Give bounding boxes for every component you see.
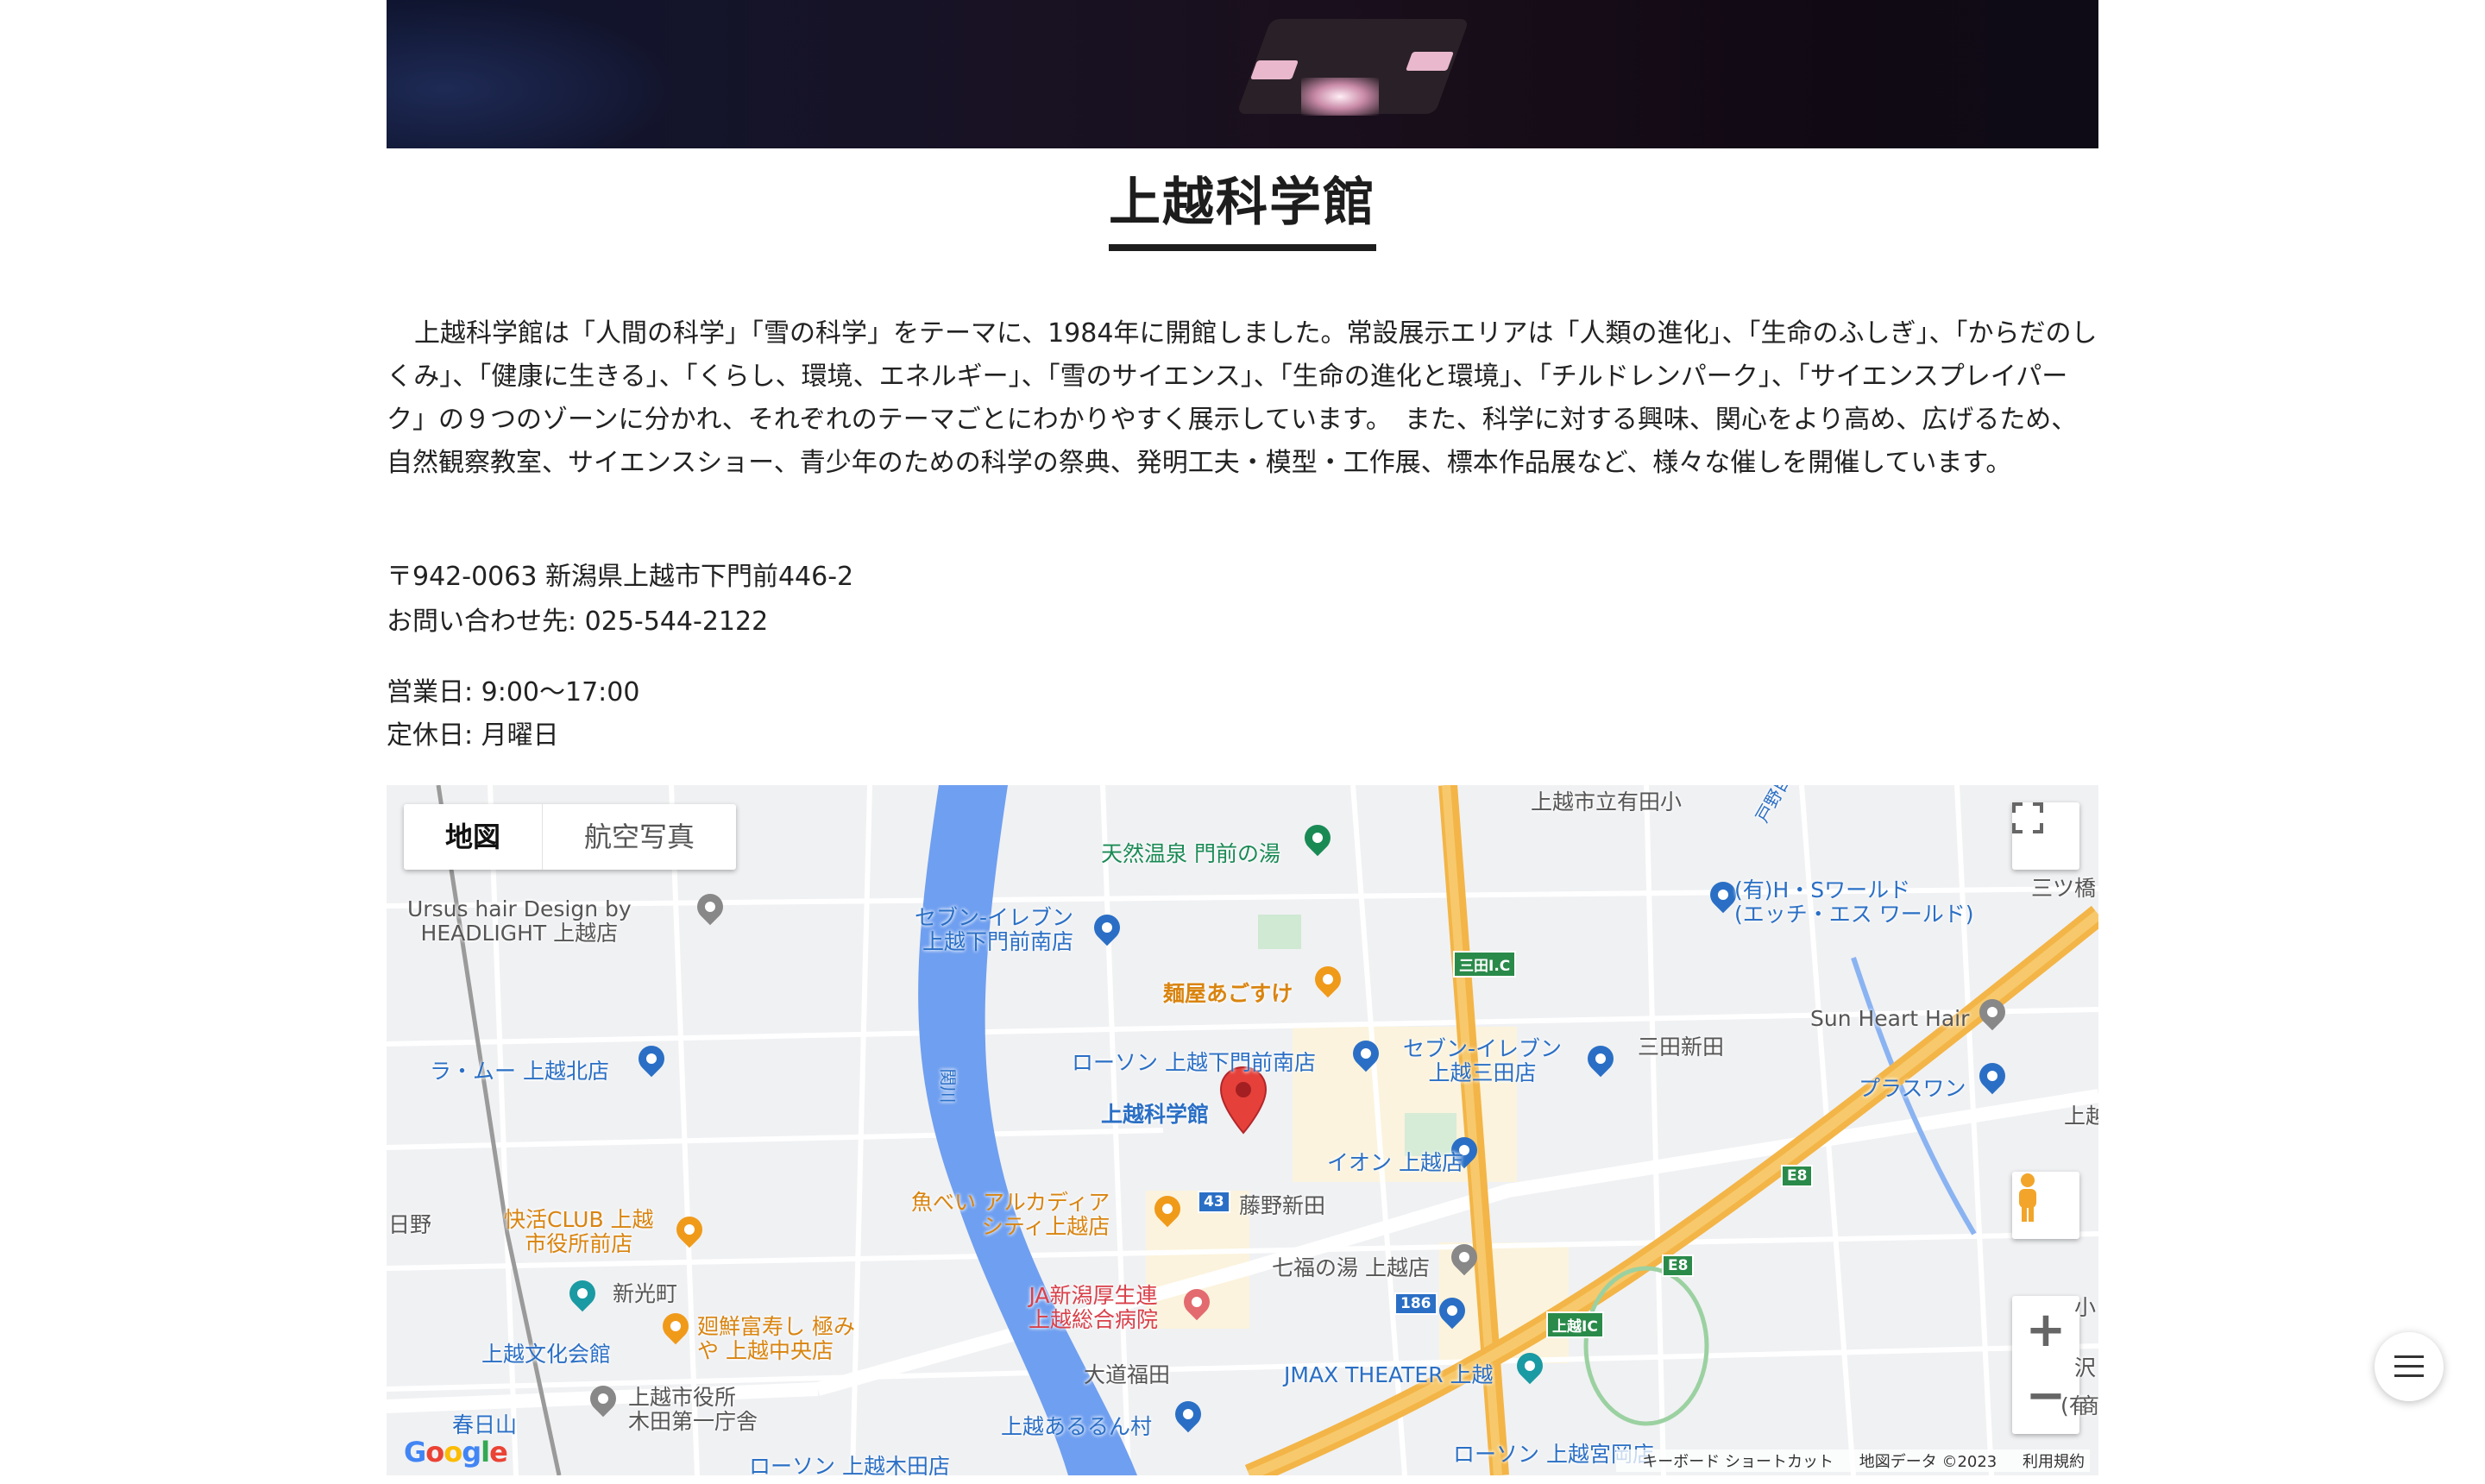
hero-lamp-left [1249,60,1299,79]
label-jmax: JMAX THEATER 上越 [1284,1362,1494,1387]
road-e8-badge: E8 [1781,1165,1814,1187]
hamburger-icon [2394,1355,2424,1377]
sanda-ic-badge: 三田I.C [1453,951,1517,978]
street-view-button[interactable] [2012,1172,2079,1239]
hours-closed: 定休日: 月曜日 [387,720,559,751]
label-kaikatsu: 快活CLUB 上越 市役所前店 [504,1207,654,1256]
zoom-in-button[interactable]: + [2026,1296,2067,1365]
road-e8-badge: E8 [1662,1254,1695,1277]
phone-line: お問い合わせ先: 025-544-2122 [387,607,769,637]
label-shiyakusho: 上越市役所 木田第一庁舎 [628,1385,758,1434]
description-text: 上越科学館は「人間の科学」「雪の科学」をテーマに、1984年に開館しました。常設… [387,318,2098,478]
road-43-badge: 43 [1198,1191,1230,1213]
label-uoberi: 魚べい アルカディア シティ上越店 [911,1190,1110,1239]
label-kaisen: 廻鮮富寿し 極み や 上越中央店 [697,1314,855,1363]
google-map[interactable]: 地図 航空写真 + − 上越科学館 天然温泉 門前の湯 セブン-イレブン 上越下… [387,785,2098,1475]
map-data-attribution: 地図データ ©2023 [1859,1453,1997,1471]
hero-lamp-glow [1301,78,1379,116]
label-hino: 日野 [388,1212,432,1237]
page-title-wrap: 上越科学館 [0,160,2485,251]
hero-shadow [387,0,680,148]
label-seven-sanda: セブン-イレブン 上越三田店 [1403,1036,1563,1085]
label-lawson-kida: ローソン 上越木田店 [749,1454,950,1475]
map-type-map-button[interactable]: 地図 [404,804,542,870]
label-lawson-shimo: ローソン 上越下門前南店 [1072,1050,1316,1075]
label-shinkomachi: 新光町 [613,1281,678,1306]
label-plazawan: プラスワン [1859,1076,1966,1101]
label-ramu: ラ・ムー 上越北店 [430,1059,609,1084]
address-line: 〒942-0063 新潟県上越市下門前446-2 [387,562,854,592]
label-seki: 関川 [937,1068,959,1104]
label-sandashin: 三田新田 [1638,1034,1725,1060]
label-arurun: 上越あるるん村 [1001,1414,1153,1439]
label-jo: 上越 [2064,1104,2098,1129]
label-ko: 小 [2074,1295,2097,1320]
hours-open: 営業日: 9:00〜17:00 [387,677,640,707]
label-onsen: 天然温泉 門前の湯 [1101,841,1280,866]
fullscreen-button[interactable] [2012,802,2079,870]
hero-image [387,0,2098,148]
keyboard-shortcuts-link[interactable]: キーボード ショートカット [1642,1453,1834,1471]
label-ja-hospital: JA新潟厚生連 上越総合病院 [1029,1283,1159,1332]
label-mitsu: 三ツ橋 [2031,876,2097,901]
label-ju: 商 [2078,1393,2098,1418]
label-aeon: イオン 上越店 [1327,1150,1463,1175]
google-logo[interactable]: Google [404,1436,508,1468]
pegman-icon [2019,1173,2036,1222]
label-menya: 麺屋あごすけ [1163,981,1293,1006]
label-ursus: Ursus hair Design by HEADLIGHT 上越店 [407,896,632,946]
label-kasugayama: 春日山 [452,1412,518,1437]
label-museum: 上越科学館 [1101,1102,1210,1127]
joetsu-ic-badge: 上越IC [1546,1311,1604,1338]
label-arita: 上越市立有田小 [1531,789,1683,814]
label-sawa: 沢 [2074,1355,2097,1380]
map-type-satellite-button[interactable]: 航空写真 [542,804,736,870]
menu-button[interactable] [2375,1332,2444,1401]
label-shichifuku: 七福の湯 上越店 [1272,1255,1430,1280]
label-sunheart: Sun Heart Hair [1810,1006,1970,1031]
label-bunka: 上越文化会館 [481,1342,612,1367]
label-omichi: 大道福田 [1084,1362,1171,1387]
road-186-badge: 186 [1394,1292,1438,1315]
label-hs-world: (有)H・Sワールド (エッチ・エス ワールド) [1734,877,1974,927]
terms-link[interactable]: 利用規約 [2023,1453,2085,1471]
map-footer: キーボード ショートカット 地図データ ©2023 利用規約 [1616,1449,2090,1472]
label-seven-shimo: セブン-イレブン 上越下門前南店 [915,905,1074,954]
map-type-control: 地図 航空写真 [404,804,737,870]
hero-lamp-right [1405,52,1455,71]
fullscreen-icon [2012,802,2043,833]
label-fujino: 藤野新田 [1239,1193,1326,1218]
page-title: 上越科学館 [1109,160,1376,251]
